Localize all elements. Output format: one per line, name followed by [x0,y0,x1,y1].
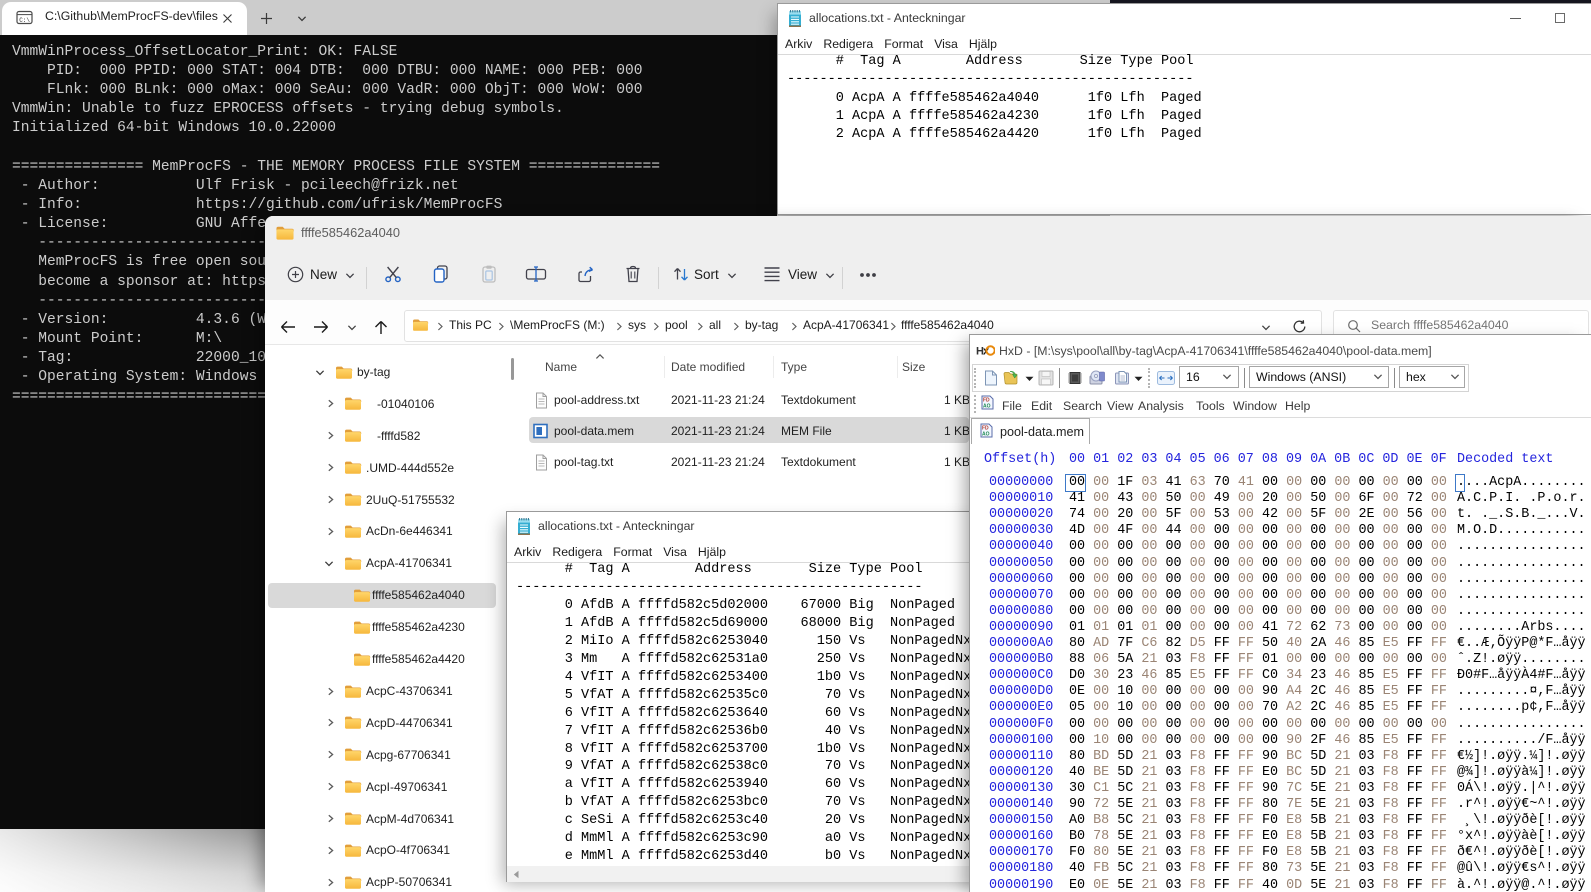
svg-text:C:\: C:\ [19,17,30,24]
svg-text:AO: AO [983,403,991,409]
svg-text:AO: AO [982,431,990,437]
